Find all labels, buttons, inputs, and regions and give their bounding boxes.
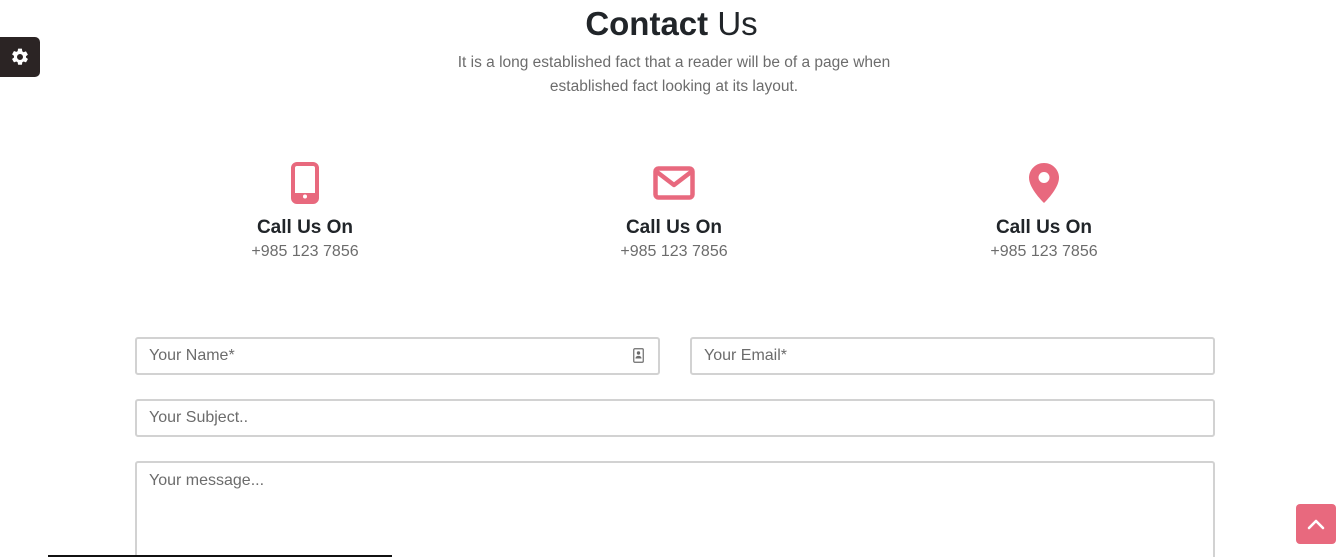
title-bold: Contact [585, 5, 709, 42]
email-field[interactable] [690, 337, 1215, 375]
map-pin-icon [1029, 163, 1059, 203]
contact-card-icon [633, 348, 644, 363]
contact-item-value: +985 123 7856 [990, 243, 1098, 260]
contact-item-label: Call Us On [625, 217, 723, 238]
contact-item-label: Call Us On [256, 217, 354, 238]
contact-item-phone: Call Us On +985 123 7856 [155, 160, 455, 264]
chevron-up-icon [1307, 519, 1325, 530]
page-subtitle: It is a long established fact that a rea… [457, 54, 891, 95]
page-title: Contact Us [0, 2, 1343, 46]
contact-item-email: Call Us On +985 123 7856 [524, 160, 824, 264]
mobile-phone-icon [291, 162, 319, 204]
title-light: Us [717, 5, 758, 42]
message-field[interactable] [135, 461, 1215, 557]
subject-field[interactable] [135, 399, 1215, 437]
contact-item-location: Call Us On +985 123 7856 [894, 160, 1194, 264]
contact-item-value: +985 123 7856 [620, 243, 728, 260]
name-field[interactable] [135, 337, 660, 375]
contact-item-label: Call Us On [995, 217, 1093, 238]
contact-page: Contact Us It is a long established fact… [0, 0, 1343, 557]
contact-item-value: +985 123 7856 [251, 243, 359, 260]
back-to-top-button[interactable] [1296, 504, 1336, 544]
gear-icon [12, 48, 28, 65]
envelope-icon [653, 166, 695, 200]
